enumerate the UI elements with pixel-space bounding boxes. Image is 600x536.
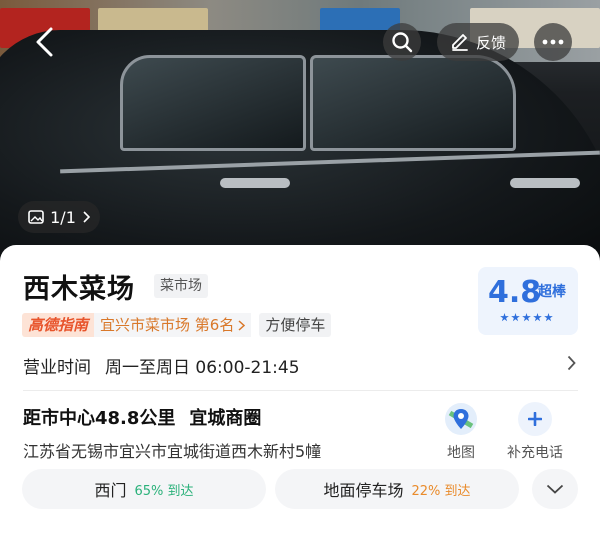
entrance-percent: 65% 到达 [134,483,194,499]
search-button[interactable] [383,23,421,61]
more-button[interactable] [534,23,572,61]
chevron-down-icon [546,484,564,494]
place-title: 西木菜场 [23,274,135,305]
search-icon [392,32,413,53]
star-icon [522,313,531,322]
entrance-percent: 22% 到达 [411,483,471,499]
feedback-label: 反馈 [475,33,506,52]
rating-score: 4.8 [488,275,542,310]
rating-box[interactable]: 4.8 超棒 [478,267,578,335]
entrance-name: 地面停车场 [323,481,404,500]
distance-text: 距市中心48.8公里 [23,408,176,429]
chevron-right-icon [567,355,576,371]
district-text: 宜城商圈 [189,408,262,429]
car-window [120,55,306,151]
car-door-handle [220,178,290,188]
star-icon [544,313,553,322]
rank-text: 宜兴市菜市场 第6名 [100,316,235,334]
category-tag: 菜市场 [154,274,208,298]
distance-row: 距市中心48.8公里 宜城商圈 [23,404,261,430]
map-icon [444,402,478,436]
star-icon [500,313,509,322]
feedback-button[interactable]: 反馈 [437,23,519,61]
amap-guide-badge: 高德指南 [22,313,95,337]
chevron-right-icon [83,211,90,223]
map-button[interactable]: 地图 [431,402,491,462]
star-icon [511,313,520,322]
back-button[interactable] [26,22,62,62]
plus-icon [518,402,552,436]
map-label: 地图 [447,445,475,461]
entrance-west-gate[interactable]: 西门 65% 到达 [22,469,266,509]
rating-stars [500,313,553,322]
business-hours-row[interactable]: 营业时间 周一至周日 06:00-21:45 [23,352,578,378]
rating-label: 超棒 [538,284,566,300]
hours-label: 营业时间 [23,357,91,378]
hours-value: 周一至周日 06:00-21:45 [105,357,300,378]
photo-counter[interactable]: 1/1 [18,201,100,233]
car-window [310,55,516,151]
photo-counter-text: 1/1 [50,207,76,227]
rank-line[interactable]: 高德指南 宜兴市菜市场 第6名 方便停车 [22,313,332,337]
address-text: 江苏省无锡市宜兴市宜城街道西木新村5幢 [23,442,322,461]
back-icon [36,27,53,57]
divider [23,390,578,391]
chevron-right-icon [238,319,246,331]
star-icon [533,313,542,322]
entrance-name: 西门 [94,481,127,500]
rank-badge[interactable]: 宜兴市菜市场 第6名 [94,313,252,337]
feedback-edit-icon [452,34,468,51]
entrance-row: 西门 65% 到达 地面停车场 22% 到达 [22,469,578,509]
add-phone-button[interactable]: 补充电话 [505,402,565,462]
more-icon [542,39,564,45]
entrance-parking-lot[interactable]: 地面停车场 22% 到达 [275,469,519,509]
add-phone-label: 补充电话 [507,445,563,461]
expand-entrances-button[interactable] [532,469,578,509]
image-icon [28,210,44,224]
parking-tag: 方便停车 [259,313,332,337]
car-door-handle [510,178,580,188]
